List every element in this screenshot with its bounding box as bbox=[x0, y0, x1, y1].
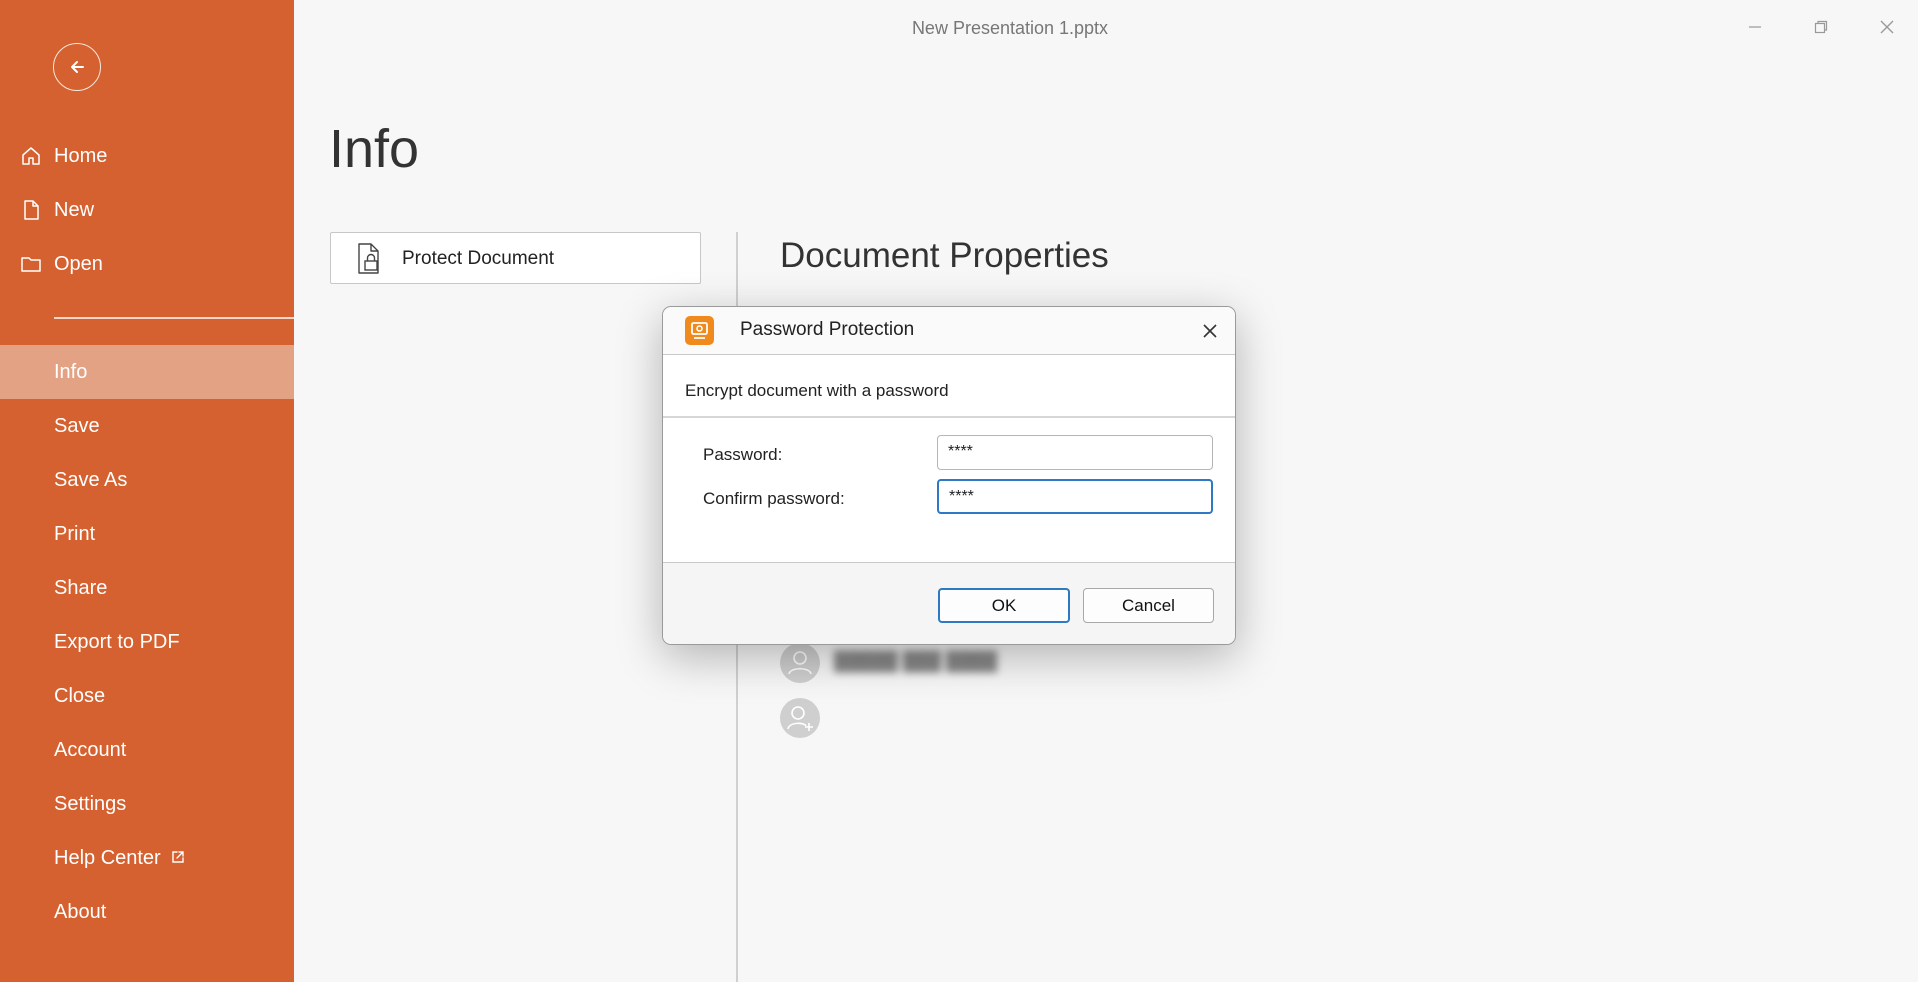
close-icon bbox=[1880, 20, 1894, 34]
sidebar-item-info[interactable]: Info bbox=[0, 345, 294, 399]
sidebar-item-save-as[interactable]: Save As bbox=[0, 453, 294, 507]
sidebar-item-account[interactable]: Account bbox=[0, 723, 294, 777]
document-properties-title: Document Properties bbox=[780, 236, 1109, 275]
sidebar-item-label: Info bbox=[54, 360, 88, 383]
avatar bbox=[780, 643, 820, 683]
minimize-icon bbox=[1749, 26, 1761, 28]
sidebar-item-label: Print bbox=[54, 522, 96, 545]
sidebar-item-share[interactable]: Share bbox=[0, 561, 294, 615]
sidebar: Home New Open Info Save Save As Print Sh… bbox=[0, 0, 294, 982]
new-document-icon bbox=[24, 200, 39, 220]
sidebar-item-export-pdf[interactable]: Export to PDF bbox=[0, 615, 294, 669]
sidebar-item-save[interactable]: Save bbox=[0, 399, 294, 453]
sidebar-item-settings[interactable]: Settings bbox=[0, 777, 294, 831]
sidebar-item-label: Share bbox=[54, 576, 108, 599]
sidebar-item-label: About bbox=[54, 900, 107, 923]
sidebar-item-help-center[interactable]: Help Center bbox=[0, 831, 294, 885]
app-icon bbox=[685, 316, 714, 345]
external-link-icon bbox=[172, 851, 184, 863]
restore-icon bbox=[1814, 20, 1828, 34]
sidebar-item-new[interactable]: New bbox=[0, 183, 294, 237]
dialog-subtitle: Encrypt document with a password bbox=[685, 381, 949, 400]
page-title: Info bbox=[329, 119, 420, 179]
sidebar-item-label: Save bbox=[54, 414, 100, 437]
dialog-divider bbox=[663, 416, 1235, 418]
sidebar-item-label: Settings bbox=[54, 792, 127, 815]
sidebar-item-label: Close bbox=[54, 684, 106, 707]
sidebar-item-label: Open bbox=[54, 252, 103, 275]
close-icon bbox=[1203, 324, 1217, 338]
add-author-button[interactable] bbox=[780, 698, 820, 738]
close-window-button[interactable] bbox=[1872, 14, 1902, 40]
sidebar-item-label: Account bbox=[54, 738, 127, 761]
sidebar-item-label: Help Center bbox=[54, 846, 161, 869]
protect-document-label: Protect Document bbox=[402, 248, 555, 269]
sidebar-item-label: Export to PDF bbox=[54, 630, 180, 653]
sidebar-item-about[interactable]: About bbox=[0, 885, 294, 939]
protect-document-button[interactable]: Protect Document bbox=[330, 232, 701, 284]
password-protection-dialog: Password Protection Encrypt document wit… bbox=[662, 306, 1236, 645]
document-lock-icon bbox=[358, 243, 379, 274]
sidebar-item-print[interactable]: Print bbox=[0, 507, 294, 561]
cancel-button[interactable]: Cancel bbox=[1083, 588, 1214, 623]
confirm-password-label: Confirm password: bbox=[703, 489, 845, 508]
dialog-title: Password Protection bbox=[740, 319, 915, 340]
back-button[interactable] bbox=[53, 43, 101, 91]
dialog-close-button[interactable] bbox=[1195, 316, 1225, 346]
user-icon bbox=[788, 651, 812, 675]
ok-button[interactable]: OK bbox=[938, 588, 1070, 623]
add-user-icon bbox=[787, 706, 813, 731]
folder-icon bbox=[21, 257, 41, 272]
dialog-header: Password Protection bbox=[663, 307, 1235, 355]
password-input[interactable]: **** bbox=[937, 435, 1213, 470]
sidebar-item-label: Home bbox=[54, 144, 108, 167]
maximize-button[interactable] bbox=[1806, 14, 1836, 40]
home-icon bbox=[22, 147, 40, 165]
sidebar-divider bbox=[54, 317, 294, 319]
sidebar-item-home[interactable]: Home bbox=[0, 129, 294, 183]
sidebar-item-open[interactable]: Open bbox=[0, 237, 294, 291]
password-label: Password: bbox=[703, 445, 783, 464]
confirm-password-input[interactable]: **** bbox=[937, 479, 1213, 514]
back-arrow-icon bbox=[71, 61, 84, 73]
sidebar-item-label: New bbox=[54, 198, 95, 221]
minimize-button[interactable] bbox=[1740, 14, 1770, 40]
author-name-redacted: █████ ███ ████ bbox=[834, 651, 998, 671]
window-title: New Presentation 1.pptx bbox=[911, 18, 1109, 38]
sidebar-item-label: Save As bbox=[54, 468, 128, 491]
sidebar-item-close[interactable]: Close bbox=[0, 669, 294, 723]
